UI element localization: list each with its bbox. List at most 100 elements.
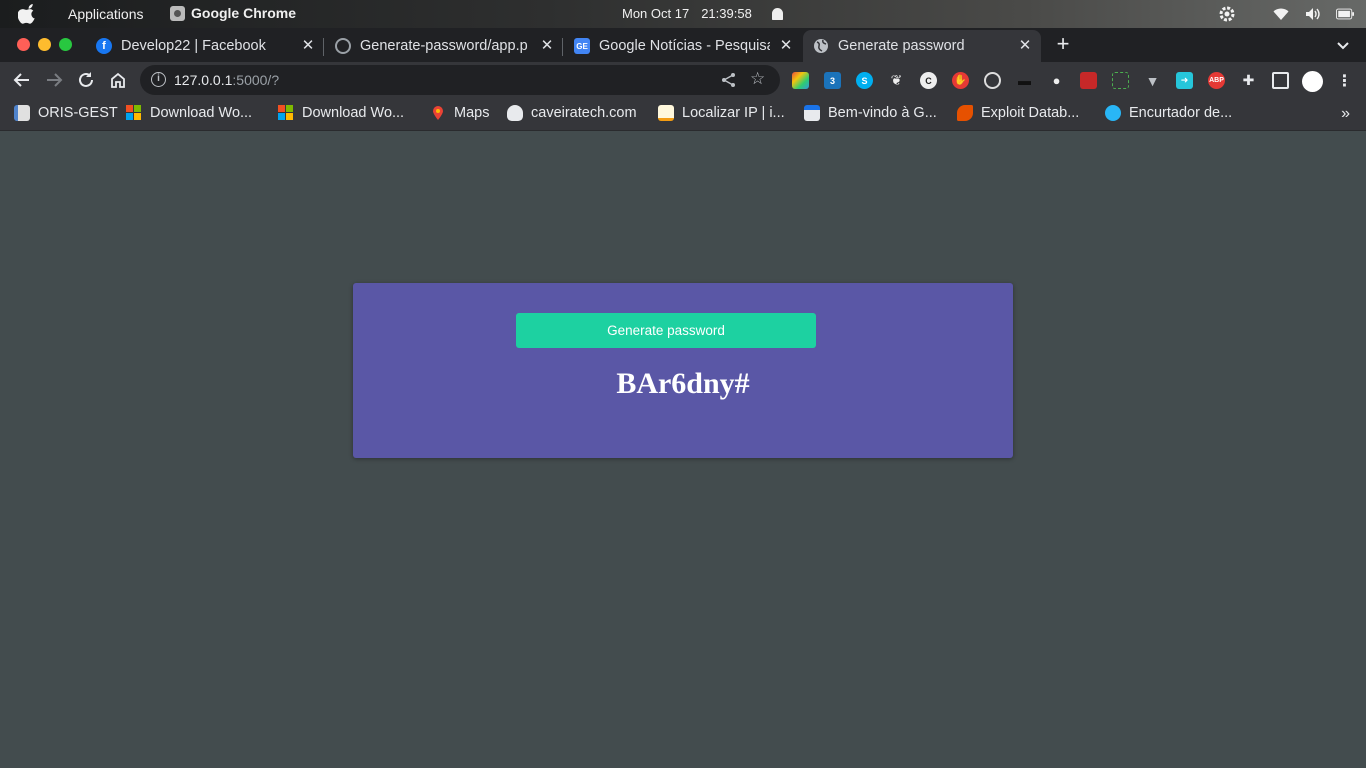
- extensions-puzzle-icon[interactable]: ✚: [1240, 72, 1257, 89]
- close-tab-icon[interactable]: ✕: [300, 38, 316, 54]
- tab-search-chevron-icon[interactable]: [1334, 36, 1352, 54]
- maps-pin-icon: [433, 106, 443, 120]
- bookmark-item[interactable]: Localizar IP | i...: [658, 105, 785, 121]
- volume-icon[interactable]: [1304, 5, 1322, 23]
- store-icon: [804, 105, 820, 121]
- share-icon[interactable]: [720, 71, 738, 89]
- stop-hand-extension-icon[interactable]: ✋: [952, 72, 969, 89]
- globe-icon: [813, 38, 829, 54]
- page-viewport: Generate password BAr6dny#: [0, 132, 1366, 768]
- close-window-button[interactable]: [17, 38, 30, 51]
- window-controls: [17, 38, 72, 51]
- tab-github[interactable]: Generate-password/app.p ✕: [325, 30, 563, 62]
- bookmark-item[interactable]: Maps: [430, 105, 489, 121]
- tab-separator: [323, 38, 324, 56]
- clip-extension-icon[interactable]: C: [920, 72, 937, 89]
- bookmark-item[interactable]: caveiratech.com: [507, 105, 637, 121]
- profile-avatar[interactable]: [1302, 71, 1323, 92]
- clock-time: 21:39:58: [701, 6, 752, 21]
- apple-logo-icon[interactable]: [18, 4, 38, 24]
- url-path: :5000/?: [232, 72, 280, 88]
- bookmark-label: Bem-vindo à G...: [828, 105, 937, 121]
- tab-facebook[interactable]: f Develop22 | Facebook ✕: [86, 30, 324, 62]
- bookmark-item[interactable]: ORIS-GEST: [14, 105, 118, 121]
- password-card: Generate password BAr6dny#: [353, 283, 1013, 458]
- minimize-window-button[interactable]: [38, 38, 51, 51]
- css-extension-icon[interactable]: 3: [824, 72, 841, 89]
- chrome-menu-kebab-icon[interactable]: ⋮: [1336, 72, 1353, 90]
- bookmark-item[interactable]: Exploit Datab...: [957, 105, 1079, 121]
- vue-devtools-extension-icon[interactable]: ▼: [1144, 72, 1161, 89]
- close-tab-icon[interactable]: ✕: [1017, 38, 1033, 54]
- bookmark-label: Download Wo...: [150, 105, 253, 121]
- bookmark-item[interactable]: Download Wo...: [278, 105, 404, 121]
- active-app-label: Google Chrome: [191, 5, 297, 21]
- bookmark-label: Localizar IP | i...: [682, 105, 785, 121]
- bookmark-label: Download Wo...: [302, 105, 405, 121]
- notepad-icon: [658, 105, 674, 121]
- applications-menu[interactable]: Applications: [68, 6, 144, 22]
- link-icon: [1105, 105, 1121, 121]
- cookies-extension-icon[interactable]: ●: [1048, 72, 1065, 89]
- tab-title: Develop22 | Facebook: [121, 38, 266, 54]
- bookmark-label: caveiratech.com: [531, 105, 637, 121]
- system-top-bar: Applications Google Chrome Mon Oct 17 21…: [0, 0, 1366, 28]
- bookmark-label: Exploit Datab...: [981, 105, 1080, 121]
- clock[interactable]: Mon Oct 17 21:39:58: [622, 6, 783, 21]
- adblock-plus-icon[interactable]: ABP: [1208, 72, 1225, 89]
- skull-icon: [507, 105, 523, 121]
- microsoft-icon: [126, 105, 142, 121]
- color-picker-extension-icon[interactable]: [792, 72, 809, 89]
- tab-title: Generate password: [838, 38, 965, 54]
- tab-google-news[interactable]: GE Google Notícias - Pesquisa ✕: [564, 30, 802, 62]
- address-bar[interactable]: i 127.0.0.1:5000/? ☆: [140, 65, 780, 95]
- bookmark-label: Maps: [454, 105, 490, 121]
- home-button[interactable]: [107, 69, 129, 91]
- new-tab-button[interactable]: +: [1052, 33, 1074, 56]
- send-extension-icon[interactable]: ➜: [1176, 72, 1193, 89]
- tab-title: Google Notícias - Pesquisa: [599, 38, 770, 54]
- forward-button[interactable]: [43, 69, 65, 91]
- notification-bell-icon: [771, 7, 783, 20]
- microsoft-icon: [278, 105, 294, 121]
- bookmarks-bar: ORIS-GEST Download Wo... Download Wo... …: [0, 98, 1366, 131]
- hacker-mask-extension-icon[interactable]: [984, 72, 1001, 89]
- back-button[interactable]: [11, 69, 33, 91]
- generated-password: BAr6dny#: [616, 367, 750, 400]
- bookmark-item[interactable]: Bem-vindo à G...: [804, 105, 937, 121]
- bookmarks-overflow-chevron-icon[interactable]: »: [1341, 105, 1350, 123]
- gnome-extension-icon[interactable]: ❦: [888, 72, 905, 89]
- generate-password-button[interactable]: Generate password: [516, 313, 816, 348]
- google-news-icon: GE: [574, 38, 590, 54]
- github-icon: [335, 38, 351, 54]
- maximize-window-button[interactable]: [59, 38, 72, 51]
- battery-icon[interactable]: [1336, 5, 1354, 23]
- address-url[interactable]: 127.0.0.1:5000/?: [174, 72, 279, 88]
- browser-toolbar: i 127.0.0.1:5000/? ☆ 3 S ❦ C ✋ ▬ ● ▼ ➜ A…: [0, 62, 1366, 98]
- facebook-icon: f: [96, 38, 112, 54]
- reload-button[interactable]: [75, 69, 97, 91]
- skype-extension-icon[interactable]: S: [856, 72, 873, 89]
- chrome-app-icon: [170, 5, 185, 21]
- tab-separator: [562, 38, 563, 56]
- hat-extension-icon[interactable]: ▬: [1016, 72, 1033, 89]
- close-tab-icon[interactable]: ✕: [778, 38, 794, 54]
- tab-title: Generate-password/app.p: [360, 38, 528, 54]
- wifi-icon[interactable]: [1272, 5, 1290, 23]
- red-grid-extension-icon[interactable]: [1080, 72, 1097, 89]
- bookmark-item[interactable]: Download Wo...: [126, 105, 252, 121]
- screenshot-extension-icon[interactable]: [1112, 72, 1129, 89]
- tab-strip: f Develop22 | Facebook ✕ Generate-passwo…: [0, 28, 1366, 62]
- bookmark-label: Encurtador de...: [1129, 105, 1233, 121]
- document-icon: [14, 105, 30, 121]
- settings-gear-icon[interactable]: [1218, 5, 1236, 23]
- bookmark-label: ORIS-GEST: [38, 105, 118, 121]
- tab-generate-password[interactable]: Generate password ✕: [803, 30, 1041, 62]
- url-host: 127.0.0.1: [174, 72, 233, 88]
- bookmark-star-icon[interactable]: ☆: [750, 70, 768, 88]
- close-tab-icon[interactable]: ✕: [539, 38, 555, 54]
- bookmark-item[interactable]: Encurtador de...: [1105, 105, 1232, 121]
- active-app-menu[interactable]: Google Chrome: [170, 5, 296, 21]
- side-panel-icon[interactable]: [1272, 72, 1289, 89]
- site-info-icon[interactable]: i: [151, 72, 166, 87]
